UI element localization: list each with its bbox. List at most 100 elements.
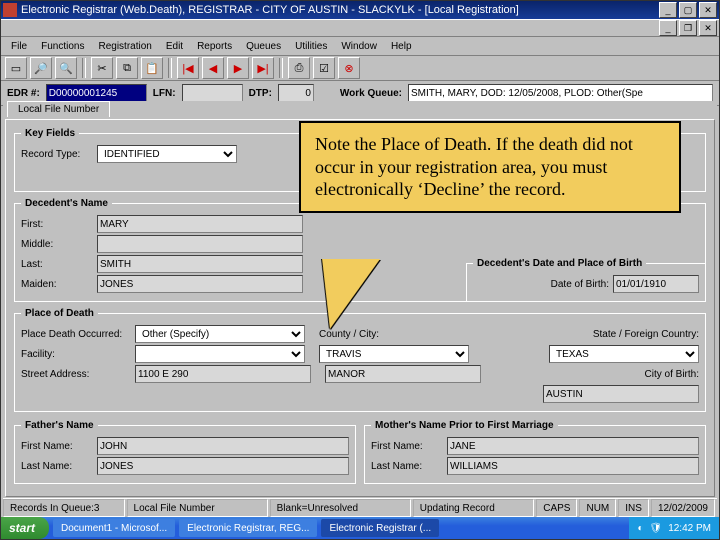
tool-find[interactable]: 🔎 <box>30 57 52 79</box>
father-first[interactable] <box>97 437 349 455</box>
titlebar: Electronic Registrar (Web.Death), REGIST… <box>1 1 719 19</box>
dob-field[interactable] <box>613 275 699 293</box>
wq-label: Work Queue: <box>340 88 402 99</box>
task-item-2[interactable]: Electronic Registrar, REG... <box>179 519 317 537</box>
status-lfn: Local File Number <box>127 499 268 517</box>
facility-select[interactable] <box>135 345 305 363</box>
edr-field[interactable] <box>46 84 147 102</box>
tool-first[interactable]: |◀ <box>177 57 199 79</box>
close-button[interactable]: ✕ <box>699 2 717 18</box>
menu-help[interactable]: Help <box>385 40 418 53</box>
mother-group: Mother's Name Prior to First Marriage Fi… <box>364 420 706 484</box>
menu-utilities[interactable]: Utilities <box>289 40 333 53</box>
pod-legend: Place of Death <box>21 308 98 319</box>
tool-prev[interactable]: ◀ <box>202 57 224 79</box>
father-legend: Father's Name <box>21 420 98 431</box>
last-label: Last: <box>21 259 93 270</box>
tab-local-file-number[interactable]: Local File Number <box>7 101 110 117</box>
facility-label: Facility: <box>21 349 131 360</box>
mother-legend: Mother's Name Prior to First Marriage <box>371 420 558 431</box>
keyfields-legend: Key Fields <box>21 128 79 139</box>
system-tray[interactable]: ◐ 🛡 12:42 PM <box>629 517 719 539</box>
decedent-last[interactable] <box>97 255 303 273</box>
status-date: 12/02/2009 <box>651 499 715 517</box>
status-num: NUM <box>579 499 616 517</box>
dtp-field[interactable] <box>278 84 314 102</box>
middle-label: Middle: <box>21 239 93 250</box>
app-window: Electronic Registrar (Web.Death), REGIST… <box>0 0 720 540</box>
maximize-button[interactable]: ▢ <box>679 2 697 18</box>
street-address[interactable] <box>135 365 311 383</box>
toolbar-sep2 <box>168 58 172 78</box>
father-last[interactable] <box>97 457 349 475</box>
mother-first[interactable] <box>447 437 699 455</box>
workqueue-field[interactable] <box>408 84 713 102</box>
maiden-label: Maiden: <box>21 279 93 290</box>
decedent-legend: Decedent's Name <box>21 198 112 209</box>
father-last-label: Last Name: <box>21 461 93 472</box>
tool-next[interactable]: ▶ <box>227 57 249 79</box>
tool-copy[interactable]: ⧉ <box>116 57 138 79</box>
menu-registration[interactable]: Registration <box>92 40 157 53</box>
tray-icon2[interactable]: 🛡 <box>649 523 662 534</box>
mdi-controls: _ ❐ ✕ <box>1 19 719 37</box>
county-label: County / City: <box>319 329 379 340</box>
status-ins: INS <box>618 499 649 517</box>
edr-label: EDR #: <box>7 88 40 99</box>
menu-file[interactable]: File <box>5 40 33 53</box>
tool-cut[interactable]: ✂ <box>91 57 113 79</box>
city-of-birth[interactable] <box>543 385 699 403</box>
pdo-label: Place Death Occurred: <box>21 329 131 340</box>
menu-edit[interactable]: Edit <box>160 40 189 53</box>
cob-label: City of Birth: <box>645 369 699 380</box>
app-icon <box>3 3 17 17</box>
mother-last-label: Last Name: <box>371 461 443 472</box>
tool-last[interactable]: ▶| <box>252 57 274 79</box>
task-item-3[interactable]: Electronic Registrar (... <box>321 519 439 537</box>
pod-col2[interactable] <box>325 365 481 383</box>
title-text: Electronic Registrar (Web.Death), REGIST… <box>21 4 519 16</box>
place-death-occurred[interactable]: Other (Specify) <box>135 325 305 343</box>
tool-doc[interactable]: ☑ <box>313 57 335 79</box>
tool-open[interactable]: 🔍 <box>55 57 77 79</box>
menu-window[interactable]: Window <box>335 40 383 53</box>
callout-note: Note the Place of Death. If the death di… <box>299 121 681 213</box>
task-item-1[interactable]: Document1 - Microsof... <box>53 519 175 537</box>
record-type-select[interactable]: IDENTIFIED <box>97 145 237 163</box>
lfn-field[interactable] <box>182 84 243 102</box>
record-type-label: Record Type: <box>21 149 93 160</box>
decedent-maiden[interactable] <box>97 275 303 293</box>
tool-paste[interactable]: 📋 <box>141 57 163 79</box>
mother-first-label: First Name: <box>371 441 443 452</box>
mdi-restore-button[interactable]: ❐ <box>679 20 697 36</box>
status-records: Records In Queue:3 <box>3 499 125 517</box>
state-select[interactable]: TEXAS <box>549 345 699 363</box>
decedent-middle[interactable] <box>97 235 303 253</box>
state-label: State / Foreign Country: <box>593 329 699 340</box>
mother-last[interactable] <box>447 457 699 475</box>
tool-new[interactable]: ▭ <box>5 57 27 79</box>
decedent-first[interactable] <box>97 215 303 233</box>
start-button[interactable]: start <box>1 517 49 539</box>
mdi-minimize-button[interactable]: _ <box>659 20 677 36</box>
dtp-label: DTP: <box>249 88 272 99</box>
toolbar: ▭ 🔎 🔍 ✂ ⧉ 📋 |◀ ◀ ▶ ▶| ⎙ ☑ ⊗ <box>1 56 719 81</box>
county-select[interactable]: TRAVIS <box>319 345 469 363</box>
tray-clock: 12:42 PM <box>668 523 711 534</box>
father-group: Father's Name First Name: Last Name: <box>14 420 356 484</box>
tray-icon[interactable]: ◐ <box>637 523 643 534</box>
minimize-button[interactable]: _ <box>659 2 677 18</box>
tool-close-doc[interactable]: ⊗ <box>338 57 360 79</box>
menu-functions[interactable]: Functions <box>35 40 90 53</box>
status-updating: Updating Record <box>413 499 535 517</box>
mdi-close-button[interactable]: ✕ <box>699 20 717 36</box>
menu-reports[interactable]: Reports <box>191 40 238 53</box>
toolbar-sep3 <box>279 58 283 78</box>
status-caps: CAPS <box>536 499 577 517</box>
first-label: First: <box>21 219 93 230</box>
tool-tree[interactable]: ⎙ <box>288 57 310 79</box>
menu-queues[interactable]: Queues <box>240 40 287 53</box>
lfn-label: LFN: <box>153 88 176 99</box>
father-first-label: First Name: <box>21 441 93 452</box>
callout-tail <box>316 259 380 329</box>
